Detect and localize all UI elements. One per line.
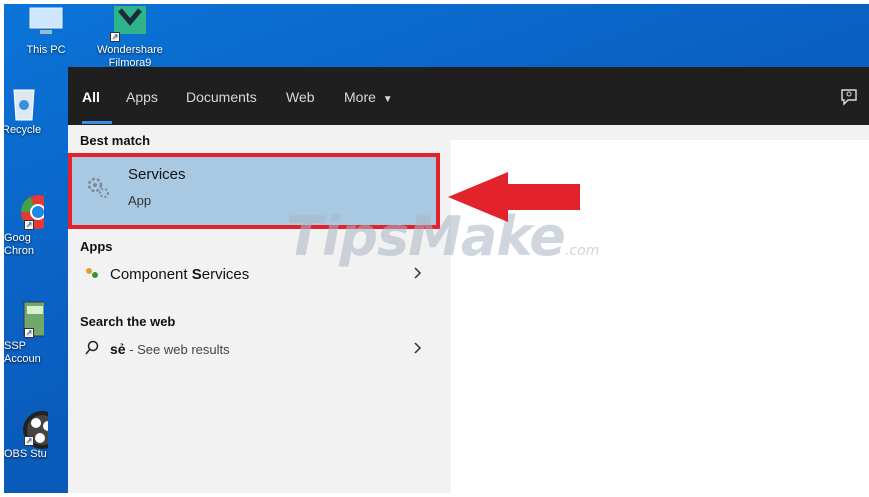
shortcut-arrow-icon: ↗ bbox=[24, 328, 34, 338]
best-match-subtitle: App bbox=[128, 193, 152, 208]
desktop-icon-recycle-bin[interactable]: Recycle bbox=[4, 84, 64, 137]
desktop: This PC ↗ Wondershare Filmora9 Recycle ↗… bbox=[4, 4, 869, 493]
best-match-services[interactable]: Services App bbox=[70, 155, 438, 227]
search-filter-tabs: All Apps Documents Web More ▼ bbox=[68, 67, 869, 125]
filmora-icon: ↗ bbox=[110, 4, 150, 42]
result-label-pre: Component bbox=[110, 266, 192, 283]
web-query: sẻ bbox=[110, 341, 126, 357]
shortcut-arrow-icon: ↗ bbox=[24, 436, 34, 446]
best-match-header: Best match bbox=[80, 133, 151, 148]
result-label-match: S bbox=[191, 266, 202, 283]
services-gears-icon bbox=[87, 177, 109, 198]
obs-studio-icon: ↗ bbox=[4, 408, 61, 449]
web-query-text: sẻ - See web results bbox=[110, 341, 230, 357]
best-match-title: Services bbox=[128, 166, 186, 183]
tab-web[interactable]: Web bbox=[286, 89, 315, 105]
component-services-icon bbox=[86, 268, 98, 278]
computer-icon bbox=[26, 4, 66, 42]
tab-more-label: More bbox=[344, 89, 376, 105]
desktop-icon-label: SSP Accoun bbox=[4, 340, 41, 365]
shortcut-arrow-icon: ↗ bbox=[110, 32, 120, 42]
desktop-icon-label: Recycle bbox=[4, 124, 42, 136]
web-query-suffix: - See web results bbox=[125, 342, 230, 357]
desktop-icon-obs-studio[interactable]: ↗ OBS Stu bbox=[4, 408, 64, 461]
desktop-icon-label: This PC bbox=[26, 44, 66, 56]
search-icon bbox=[85, 340, 99, 355]
desktop-icon-label: Goog Chron bbox=[4, 232, 34, 257]
desktop-icon-ssp-accounting[interactable]: ↗ SSP Accoun bbox=[4, 300, 64, 366]
recycle-bin-icon bbox=[4, 84, 44, 122]
apps-header: Apps bbox=[80, 239, 113, 254]
start-search-panel: All Apps Documents Web More ▼ Best match bbox=[68, 67, 869, 493]
chevron-down-icon: ▼ bbox=[382, 94, 393, 105]
desktop-icon-this-pc[interactable]: This PC bbox=[6, 4, 86, 57]
result-label-post: ervices bbox=[201, 266, 250, 283]
tab-more[interactable]: More ▼ bbox=[344, 89, 393, 105]
chevron-right-icon bbox=[414, 342, 422, 354]
result-component-services[interactable]: Component Services bbox=[70, 257, 438, 291]
desktop-icon-chrome[interactable]: ↗ Goog Chron bbox=[4, 192, 64, 258]
red-arrow-icon bbox=[448, 172, 580, 222]
desktop-icon-filmora[interactable]: ↗ Wondershare Filmora9 bbox=[90, 4, 170, 70]
search-results-list: Best match Services App Apps Component S… bbox=[68, 125, 440, 493]
tab-apps[interactable]: Apps bbox=[126, 89, 158, 105]
chrome-icon: ↗ bbox=[4, 192, 55, 230]
tab-documents[interactable]: Documents bbox=[186, 89, 257, 105]
ssp-accounting-icon: ↗ bbox=[4, 300, 47, 338]
result-web-search[interactable]: sẻ - See web results bbox=[70, 332, 438, 366]
active-tab-indicator bbox=[82, 121, 112, 124]
feedback-icon[interactable] bbox=[839, 87, 859, 107]
result-label: Component Services bbox=[110, 266, 249, 283]
shortcut-arrow-icon: ↗ bbox=[24, 220, 34, 230]
tab-all[interactable]: All bbox=[82, 89, 100, 105]
search-web-header: Search the web bbox=[80, 314, 176, 329]
chevron-right-icon bbox=[414, 267, 422, 279]
